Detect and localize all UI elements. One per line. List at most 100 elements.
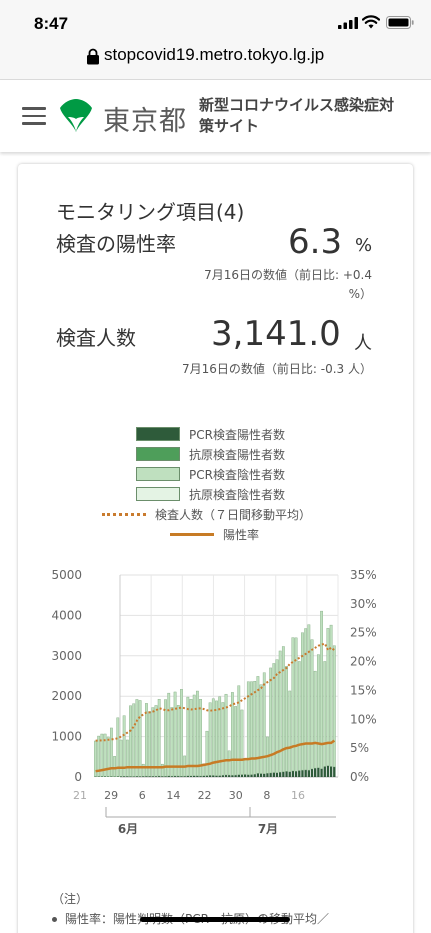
legend-swatch (102, 512, 146, 516)
bar (237, 774, 240, 777)
bar (195, 690, 199, 777)
bar (301, 770, 304, 777)
menu-icon[interactable] (22, 107, 46, 127)
bar (323, 661, 327, 767)
bar (310, 639, 314, 770)
y-right-tick-label: 25% (350, 626, 377, 640)
x-tick-label: 14 (166, 789, 180, 802)
legend-swatch (136, 447, 180, 461)
y-right-tick-label: 0% (350, 770, 369, 784)
cellular-signal-icon (338, 17, 358, 29)
bar (285, 771, 288, 777)
legend-item[interactable]: 抗原検査陽性者数 (136, 445, 285, 463)
bar (291, 770, 295, 777)
legend-label: 抗原検査陰性者数 (189, 487, 286, 502)
bar (192, 694, 196, 776)
bar (256, 773, 260, 777)
bar (304, 769, 307, 777)
y-right-tick-label: 5% (350, 741, 369, 755)
bar (221, 775, 225, 777)
bar (288, 690, 292, 772)
y-right-tick-label: 10% (350, 712, 377, 726)
bar (250, 774, 253, 777)
test-count-label: 検査人数 (56, 326, 136, 350)
browser-url[interactable]: stopcovid19.metro.tokyo.lg.jp (104, 45, 324, 65)
bar (329, 766, 333, 777)
site-title[interactable]: 新型コロナウイルス感染症対策サイト (199, 95, 399, 137)
bar (205, 775, 209, 777)
legend-swatch (136, 487, 180, 501)
positive-rate-unit: % (355, 235, 373, 256)
bar (259, 773, 263, 777)
bar (247, 774, 250, 777)
x-tick-label: 8 (263, 789, 270, 802)
bar (154, 705, 158, 777)
site-header: 東京都 新型コロナウイルス感染症対策サイト (0, 80, 431, 152)
bar (281, 646, 285, 772)
bar (243, 758, 247, 775)
bar (135, 699, 139, 777)
card-title: モニタリング項目(4) (56, 200, 245, 224)
bar (333, 766, 336, 777)
bar (320, 768, 323, 777)
legend-label: 検査人数（７日間移動平均） (155, 507, 312, 522)
tokyo-logo-text[interactable]: 東京都 (103, 99, 187, 138)
bar (297, 661, 301, 771)
bar (129, 705, 132, 777)
bar (151, 707, 155, 777)
bar (208, 775, 212, 777)
legend-swatch (136, 427, 180, 441)
monitoring-card: モニタリング項目(4) 検査の陽性率 6.3 % 7月16日の数値（前日比: +… (18, 164, 413, 933)
bar (138, 700, 142, 777)
test-count-value: 3,141.0 (211, 314, 341, 354)
y-left-tick-label: 2000 (51, 689, 82, 703)
tests-and-positive-rate-chart: 0 1000 2000 3000 4000 5000 0% 5% 10% 15% 20% 25% 30%… (51, 568, 377, 836)
y-left-tick-label: 1000 (51, 730, 82, 744)
legend-item[interactable]: 検査人数（７日間移動平均） (102, 505, 311, 523)
bar (173, 691, 177, 777)
bar (278, 772, 282, 777)
legend-label: 抗原検査陽性者数 (189, 447, 286, 462)
legend-item[interactable]: PCR検査陽性者数 (136, 425, 285, 443)
legend-item[interactable]: 抗原検査陰性者数 (136, 485, 285, 503)
y-right-tick-label: 20% (350, 655, 377, 669)
bar (262, 672, 266, 774)
bar (215, 700, 218, 776)
month-label: 7月 (258, 822, 278, 836)
notes-heading: （注） (52, 892, 89, 906)
bar (227, 750, 231, 776)
bar (106, 736, 110, 777)
test-count-unit: 人 (354, 333, 372, 354)
x-tick-label: 21 (73, 789, 87, 802)
browser-address-bar[interactable]: stopcovid19.metro.tokyo.lg.jp (0, 40, 431, 80)
bullet-icon (52, 917, 57, 922)
bar (291, 637, 295, 772)
legend-item[interactable]: 陽性率 (170, 525, 259, 543)
lock-icon (87, 48, 99, 65)
battery-icon (386, 16, 414, 29)
x-tick-label: 22 (198, 789, 212, 802)
bar (326, 765, 330, 777)
bar (288, 771, 291, 777)
bar (243, 774, 247, 777)
bar (263, 773, 266, 777)
status-time: 8:47 (34, 14, 69, 33)
bar (269, 667, 273, 774)
tokyo-ginkgo-logo-icon[interactable] (58, 98, 94, 134)
bar (224, 774, 228, 777)
bar (167, 692, 171, 777)
bar (119, 739, 123, 777)
bar (228, 775, 231, 777)
bar (250, 681, 253, 775)
y-right-tick-label: 30% (350, 597, 377, 611)
bar (269, 772, 272, 777)
positive-rate-subtext: 7月16日の数値（前日比: +0.4 %） (204, 268, 372, 301)
positive-rate-label: 検査の陽性率 (56, 232, 176, 256)
bar (278, 650, 282, 773)
bar (189, 698, 193, 777)
bar (164, 699, 167, 777)
bar (125, 739, 129, 777)
x-tick-label: 29 (104, 789, 118, 802)
legend-item[interactable]: PCR検査陰性者数 (136, 465, 285, 483)
bar (212, 775, 215, 777)
